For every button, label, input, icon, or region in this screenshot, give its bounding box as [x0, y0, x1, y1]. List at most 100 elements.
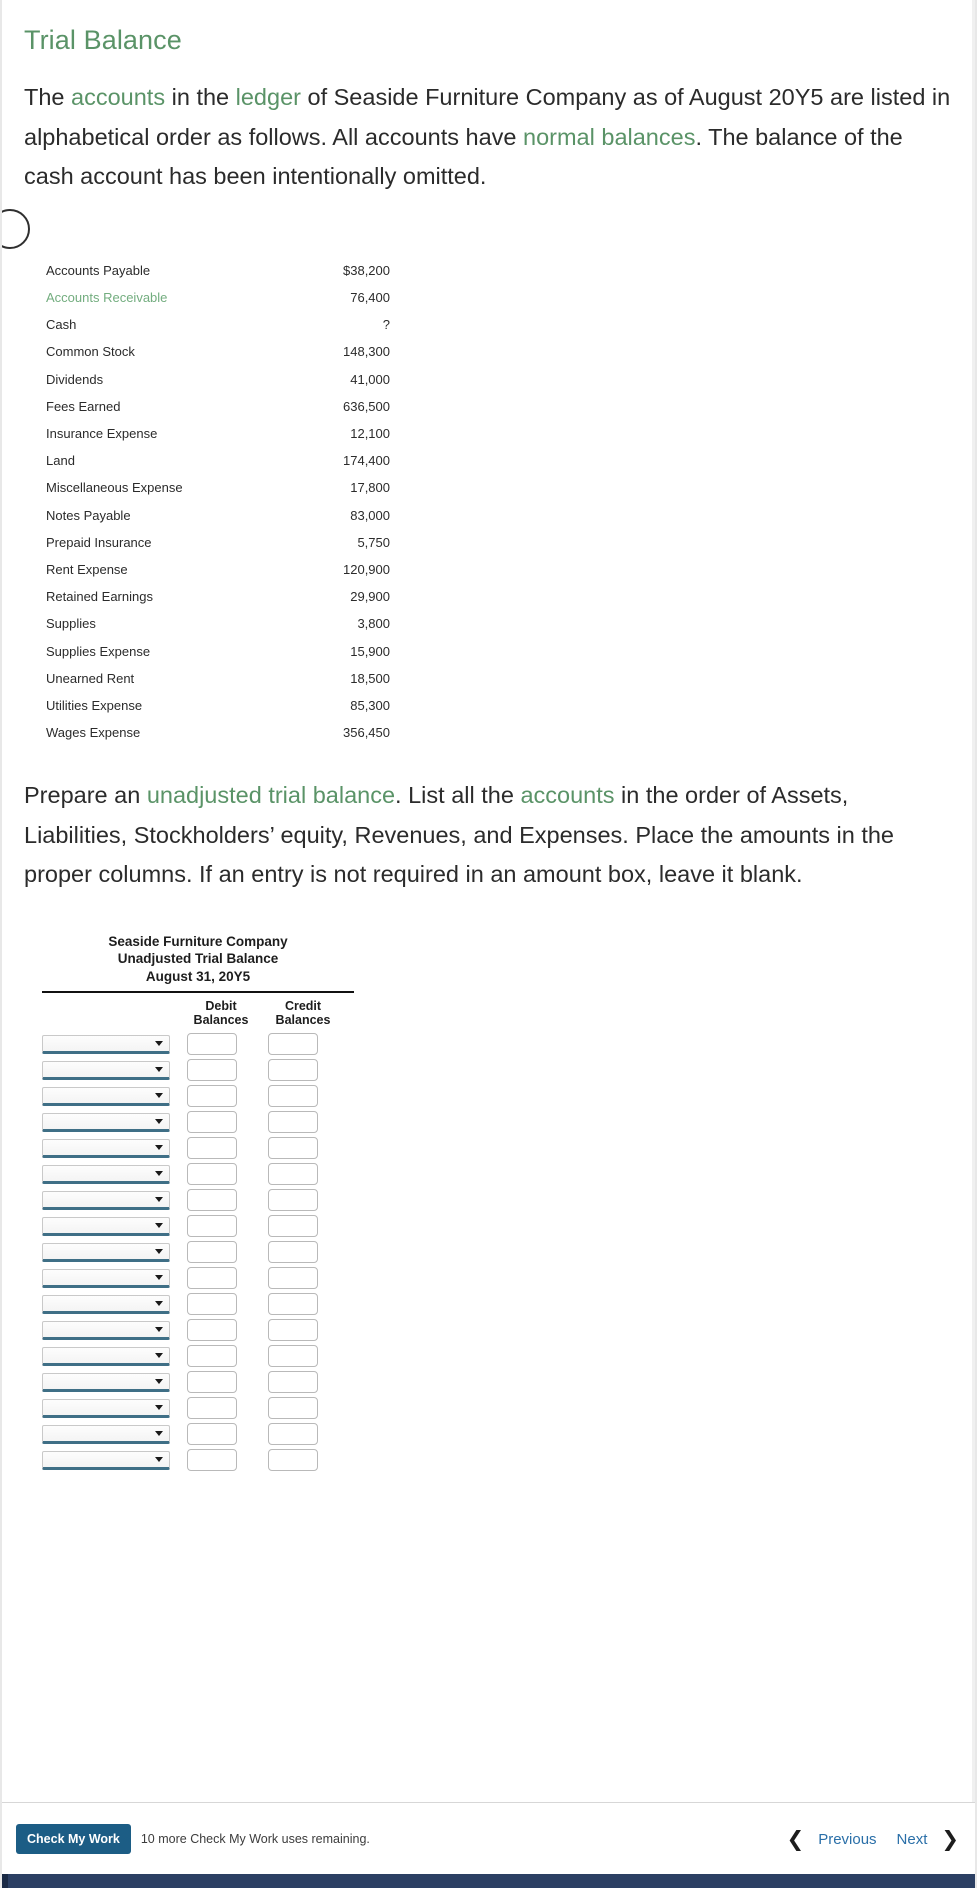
trial-balance-entry-row	[42, 1369, 354, 1395]
debit-amount-input[interactable]	[187, 1033, 237, 1056]
account-select[interactable]	[42, 1242, 170, 1262]
credit-amount-input[interactable]	[268, 1319, 318, 1342]
glossary-term[interactable]: normal balances	[523, 124, 695, 150]
account-select[interactable]	[42, 1034, 170, 1054]
account-amount-cell: 12,100	[350, 426, 390, 442]
credit-amount-input[interactable]	[268, 1345, 318, 1368]
account-select[interactable]	[42, 1112, 170, 1132]
account-select[interactable]	[42, 1424, 170, 1444]
credit-amount-input[interactable]	[268, 1397, 318, 1420]
glossary-term[interactable]: accounts	[520, 782, 614, 808]
credit-amount-input[interactable]	[268, 1449, 318, 1472]
glossary-term[interactable]: accounts	[71, 84, 165, 110]
glossary-term[interactable]: ledger	[236, 84, 301, 110]
account-amount-cell: 83,000	[350, 507, 390, 523]
account-amount-cell: 148,300	[343, 344, 390, 360]
page-container: Trial Balance The accounts in the ledger…	[0, 0, 977, 1888]
credit-amount-input[interactable]	[268, 1059, 318, 1082]
debit-amount-input[interactable]	[187, 1397, 237, 1420]
chevron-down-icon	[155, 1249, 163, 1255]
form-company-name: Seaside Furniture Company	[108, 933, 288, 949]
account-name-cell: Supplies	[46, 616, 96, 632]
credit-amount-input[interactable]	[268, 1163, 318, 1186]
account-select[interactable]	[42, 1164, 170, 1184]
trial-balance-entry-row	[42, 1083, 354, 1109]
debit-amount-input[interactable]	[187, 1137, 237, 1160]
scrollable-content[interactable]: Trial Balance The accounts in the ledger…	[2, 0, 975, 1802]
table-row: Accounts Payable $38,200	[44, 257, 394, 284]
debit-amount-input[interactable]	[187, 1449, 237, 1472]
credit-amount-input[interactable]	[268, 1137, 318, 1160]
account-select[interactable]	[42, 1216, 170, 1236]
account-name-cell[interactable]: Accounts Receivable	[44, 284, 300, 311]
debit-amount-input[interactable]	[187, 1189, 237, 1212]
check-my-work-uses-remaining: 10 more Check My Work uses remaining.	[140, 1832, 370, 1846]
chevron-left-icon[interactable]: ❮	[785, 1829, 807, 1850]
trial-balance-entry-row	[42, 1291, 354, 1317]
account-name-cell: Accounts Payable	[46, 262, 151, 278]
account-amount-cell: 356,450	[343, 725, 390, 741]
account-select[interactable]	[42, 1372, 170, 1392]
debit-amount-input[interactable]	[187, 1423, 237, 1446]
chevron-down-icon	[155, 1327, 163, 1333]
debit-amount-input[interactable]	[187, 1111, 237, 1134]
account-amount-cell: 18,500	[350, 670, 390, 686]
trial-balance-form[interactable]: Seaside Furniture Company Unadjusted Tri…	[24, 933, 354, 1473]
account-select[interactable]	[42, 1450, 170, 1470]
account-select[interactable]	[42, 1138, 170, 1158]
debit-amount-input[interactable]	[187, 1267, 237, 1290]
debit-amount-input[interactable]	[187, 1293, 237, 1316]
account-amount-cell: 636,500	[343, 398, 390, 414]
credit-amount-input[interactable]	[268, 1085, 318, 1108]
account-amount-cell: 174,400	[343, 453, 390, 469]
chevron-right-icon[interactable]: ❯	[939, 1829, 961, 1850]
debit-amount-input[interactable]	[187, 1163, 237, 1186]
trial-balance-entry-row	[42, 1187, 354, 1213]
account-select[interactable]	[42, 1268, 170, 1288]
table-row: Land 174,400	[44, 447, 394, 474]
trial-balance-entry-row	[42, 1343, 354, 1369]
credit-amount-input[interactable]	[268, 1371, 318, 1394]
prose-text: The	[24, 84, 72, 111]
account-select[interactable]	[42, 1398, 170, 1418]
debit-amount-input[interactable]	[187, 1085, 237, 1108]
previous-link[interactable]: Previous	[810, 1829, 884, 1850]
prose-text: Prepare an	[24, 782, 147, 809]
table-row: Retained Earnings 29,900	[44, 583, 394, 610]
page-scrollbar[interactable]	[972, 0, 975, 1802]
credit-amount-input[interactable]	[268, 1189, 318, 1212]
chevron-down-icon	[155, 1457, 163, 1463]
glossary-term[interactable]: unadjusted trial balance	[147, 782, 395, 808]
trial-balance-entry-row	[42, 1447, 354, 1473]
account-select[interactable]	[42, 1320, 170, 1340]
credit-amount-input[interactable]	[268, 1423, 318, 1446]
debit-amount-input[interactable]	[187, 1241, 237, 1264]
check-my-work-button[interactable]: Check My Work	[16, 1824, 131, 1854]
debit-amount-input[interactable]	[187, 1371, 237, 1394]
account-name-cell: Notes Payable	[46, 507, 131, 523]
credit-amount-input[interactable]	[268, 1293, 318, 1316]
debit-amount-input[interactable]	[187, 1319, 237, 1342]
credit-amount-input[interactable]	[268, 1267, 318, 1290]
account-select[interactable]	[42, 1060, 170, 1080]
prose-text: in the	[165, 84, 236, 111]
chevron-down-icon	[155, 1379, 163, 1385]
account-name-cell: Unearned Rent	[46, 670, 135, 686]
instruction-paragraph: Prepare an unadjusted trial balance. Lis…	[24, 776, 953, 894]
credit-amount-input[interactable]	[268, 1241, 318, 1264]
account-select[interactable]	[42, 1294, 170, 1314]
account-select[interactable]	[42, 1190, 170, 1210]
account-amount-cell: 41,000	[350, 371, 390, 387]
trial-balance-entry-row	[42, 1395, 354, 1421]
credit-amount-input[interactable]	[268, 1033, 318, 1056]
credit-amount-input[interactable]	[268, 1215, 318, 1238]
credit-amount-input[interactable]	[268, 1111, 318, 1134]
debit-amount-input[interactable]	[187, 1215, 237, 1238]
account-amount-cell: 120,900	[343, 561, 390, 577]
next-link[interactable]: Next	[889, 1829, 936, 1850]
account-select[interactable]	[42, 1346, 170, 1366]
table-row: Supplies 3,800	[44, 610, 394, 637]
account-select[interactable]	[42, 1086, 170, 1106]
debit-amount-input[interactable]	[187, 1059, 237, 1082]
debit-amount-input[interactable]	[187, 1345, 237, 1368]
